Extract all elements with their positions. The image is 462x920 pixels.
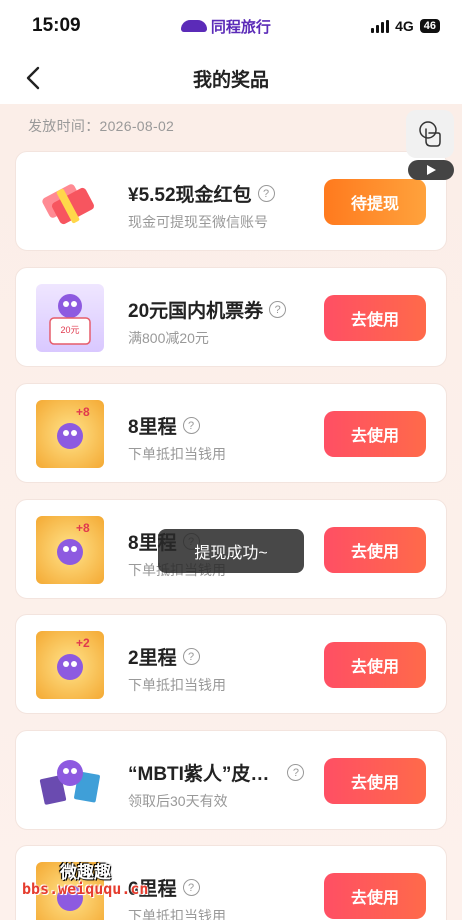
battery-icon: 46	[419, 19, 440, 33]
prize-title: ¥5.52现金红包 ?	[128, 180, 275, 207]
use-button[interactable]: 去使用	[324, 642, 426, 688]
red-packet-thumb-icon	[36, 168, 104, 236]
help-icon[interactable]: ?	[182, 648, 200, 665]
carrier-app-name: 同程旅行	[210, 18, 271, 36]
video-play-button[interactable]	[408, 160, 454, 180]
flight-coupon-thumb-icon: 20元	[36, 284, 104, 352]
system-icons: 4G 46	[371, 18, 440, 34]
skin-thumb-icon	[36, 747, 104, 815]
mileage-thumb-label: +8	[76, 405, 90, 419]
help-icon[interactable]: ?	[257, 185, 275, 202]
use-button[interactable]: 去使用	[324, 873, 426, 919]
use-button[interactable]: 去使用	[324, 758, 426, 804]
network-type: 4G	[395, 18, 414, 34]
back-arrow-icon[interactable]	[24, 66, 44, 90]
help-icon[interactable]: ?	[269, 301, 287, 318]
prize-title: “MBTI紫人”皮… ?	[128, 759, 305, 786]
issue-date: 发放时间：2026-08-02	[28, 118, 175, 134]
prize-title: 8里程 ?	[128, 412, 200, 439]
mileage-thumb-icon: +8	[36, 400, 104, 468]
watermark-url-text: bbs.weiququ.cn	[22, 880, 149, 898]
mileage-thumb-label: +8	[76, 521, 90, 535]
page-title: 我的奖品	[192, 69, 269, 91]
play-icon	[427, 165, 436, 175]
prize-subtitle: 领取后30天有效	[128, 793, 228, 809]
mileage-thumb-icon: +8	[36, 516, 104, 584]
carrier-badge: 同程旅行	[180, 16, 271, 37]
prize-card-flight-coupon: 20元 20元国内机票券 ? 满800减20元 去使用	[15, 267, 447, 367]
help-icon[interactable]: ?	[182, 417, 200, 434]
prize-subtitle: 下单抵扣当钱用	[128, 677, 226, 693]
prize-card-mileage: +2 2里程 ? 下单抵扣当钱用 去使用	[15, 614, 447, 714]
prize-title: 2里程 ?	[128, 643, 200, 670]
prize-card-cash: ¥5.52现金红包 ? 现金可提现至微信账号 待提现	[15, 151, 447, 251]
status-bar: 15:09 同程旅行 4G 46	[0, 0, 462, 52]
help-icon[interactable]: ?	[287, 764, 305, 781]
prize-card-skin: “MBTI紫人”皮… ? 领取后30天有效 去使用	[15, 730, 447, 830]
prize-list-area: 发放时间：2026-08-02 ¥5.52现金红包 ? 现金可提现至微信账号 待…	[0, 104, 462, 920]
touch-assist-button[interactable]	[406, 110, 454, 158]
tap-hand-icon	[419, 121, 441, 147]
status-time: 15:09	[32, 15, 81, 36]
signal-icon	[371, 19, 390, 33]
prize-title: 20元国内机票券 ?	[128, 296, 287, 323]
mileage-thumb-label: +2	[76, 636, 90, 650]
prize-subtitle: 现金可提现至微信账号	[128, 214, 268, 230]
use-button[interactable]: 去使用	[324, 295, 426, 341]
nav-bar: 我的奖品	[0, 52, 462, 104]
prize-card-mileage: +8 8里程 ? 下单抵扣当钱用 去使用	[15, 383, 447, 483]
mileage-thumb-icon: +2	[36, 631, 104, 699]
tongcheng-logo-icon	[180, 20, 207, 32]
use-button[interactable]: 去使用	[324, 411, 426, 457]
use-button[interactable]: 去使用	[324, 527, 426, 573]
withdraw-pending-button[interactable]: 待提现	[324, 179, 426, 225]
toast-message: 提现成功~	[158, 529, 304, 573]
prize-subtitle: 满800减20元	[128, 330, 209, 346]
flight-coupon-thumb-label: 20元	[60, 325, 79, 335]
prize-subtitle: 下单抵扣当钱用	[128, 908, 226, 920]
prize-subtitle: 下单抵扣当钱用	[128, 446, 226, 462]
site-watermark: 微趣趣 bbs.weiququ.cn	[22, 858, 202, 908]
